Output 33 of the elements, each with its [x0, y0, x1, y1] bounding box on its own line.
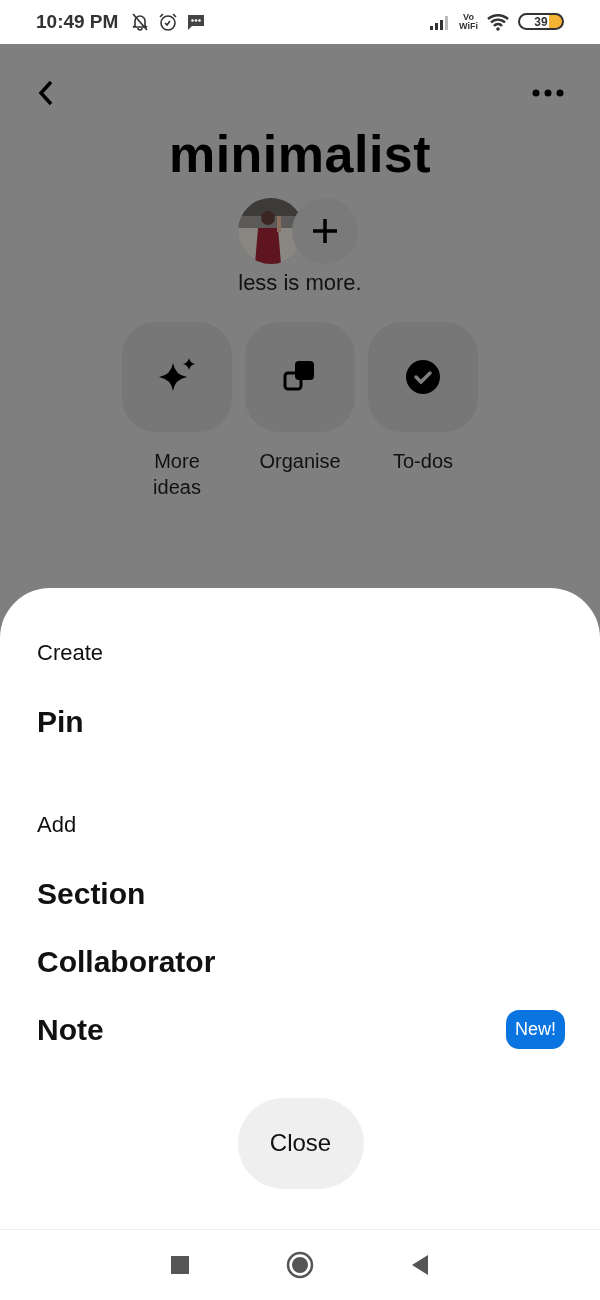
board-description: less is more. [238, 269, 362, 296]
menu-item[interactable]: Note New! [37, 995, 564, 1064]
section-heading: Add [37, 811, 78, 838]
back-triangle-icon [410, 1254, 430, 1277]
clock-time: 10:49 PM [36, 11, 119, 33]
action-tile[interactable] [122, 321, 232, 432]
back-nav-button[interactable] [410, 1254, 430, 1277]
action-label: To-dos [393, 448, 453, 474]
action-label: Organise [259, 448, 341, 474]
menu-item[interactable]: Pin [37, 687, 564, 756]
home-button[interactable] [286, 1251, 314, 1280]
board-title: minimalist [168, 123, 432, 185]
menu-item[interactable]: Section [37, 859, 564, 928]
square-icon [170, 1255, 190, 1276]
more-dots-icon [532, 87, 564, 98]
bell-off-icon [130, 12, 151, 32]
section-heading: Create [37, 639, 105, 666]
alarm-clock-icon [158, 12, 179, 32]
more-options-button[interactable] [532, 87, 564, 98]
new-badge: New! [506, 1010, 565, 1050]
battery-icon: 39 [518, 13, 564, 31]
action-tile[interactable] [245, 321, 355, 432]
menu-item[interactable]: Collaborator [37, 927, 564, 996]
network-label: WiFi [459, 22, 478, 31]
action-tile[interactable] [368, 321, 478, 432]
network-label: Vo [463, 13, 474, 22]
home-circle-icon [286, 1251, 314, 1280]
wifi-icon [486, 13, 510, 31]
message-icon [186, 12, 207, 32]
close-button[interactable]: Close [237, 1097, 364, 1189]
recents-button[interactable] [170, 1255, 190, 1276]
action-label: More ideas [152, 448, 202, 500]
check-circle-icon [405, 358, 441, 395]
